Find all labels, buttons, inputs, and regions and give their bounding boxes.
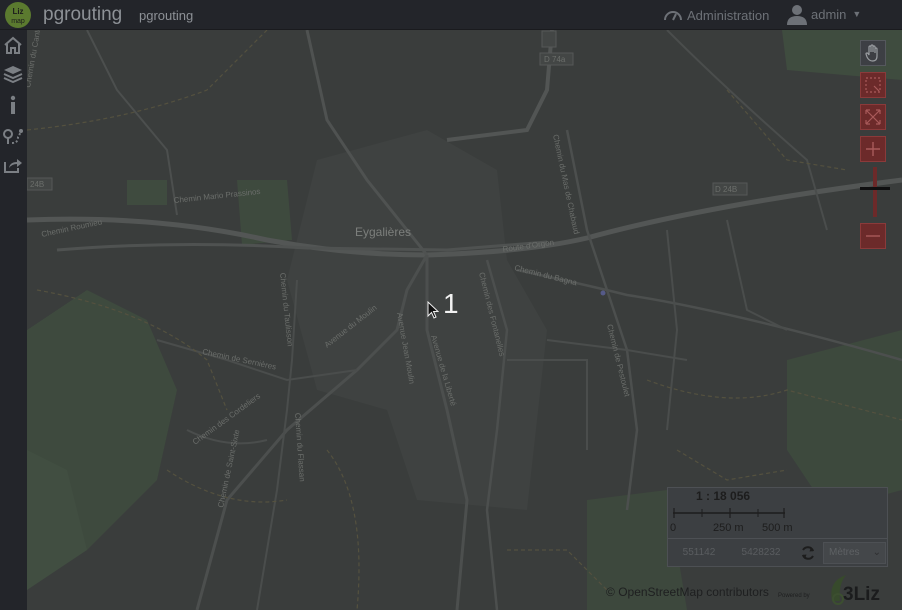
road-label: Chemin des Cordeliers <box>191 392 262 447</box>
chevron-down-icon: ▼ <box>852 9 862 19</box>
road-label: Chemin du Bagna <box>514 263 579 287</box>
home-icon <box>4 36 22 54</box>
road-label: Chemin du Flassan <box>293 413 307 482</box>
svg-text:map: map <box>11 18 25 25</box>
fullscreen-icon <box>865 109 881 125</box>
road-label: Chemin de Saint-Sixte <box>216 428 241 508</box>
routing-button[interactable] <box>2 126 24 148</box>
road-label: Chemin du Taulisson <box>278 272 295 347</box>
mouse-cursor-icon <box>427 300 440 324</box>
road-label: Chemin Mario Prassinos <box>173 187 261 205</box>
left-toolbar <box>0 30 27 610</box>
app-window: Liz map pgrouting pgrouting Administrati… <box>0 0 902 610</box>
svg-text:Liz: Liz <box>12 7 23 16</box>
3liz-logo-text: 3Liz <box>843 584 880 605</box>
road-label: D 24B <box>715 185 737 194</box>
road-label: Chemin du Mas de Chabaud <box>551 134 581 235</box>
zoom-in-button[interactable] <box>860 136 886 162</box>
hand-icon <box>865 44 878 62</box>
scale-tick-label: 500 m <box>762 522 793 534</box>
lizmap-logo[interactable]: Liz map <box>3 1 33 29</box>
road-label: Route d'Orgon <box>502 238 555 254</box>
administration-label: Administration <box>687 7 770 23</box>
road-label: 24B <box>30 180 44 189</box>
road-label: Avenue du Moulin <box>323 303 379 349</box>
zoom-box-button[interactable] <box>860 72 886 98</box>
scale-panel: 1 : 18 056 0 250 m 500 m 551142 5428232 <box>667 487 888 567</box>
plus-icon <box>866 142 880 156</box>
share-icon <box>4 159 22 173</box>
scale-ratio: 1 : 18 056 <box>696 489 751 503</box>
info-icon <box>10 95 16 114</box>
user-menu[interactable]: admin ▼ <box>786 3 861 25</box>
map-attribution: © OpenStreetMap contributors <box>606 585 769 599</box>
road-label: D 74a <box>544 55 566 64</box>
zoom-out-button[interactable] <box>860 223 886 249</box>
chevron-down-icon: ⌄ <box>872 547 881 558</box>
pan-button[interactable] <box>860 40 886 66</box>
coordinate-x: 551142 <box>682 547 716 558</box>
home-button[interactable] <box>2 34 24 56</box>
zoom-slider-handle <box>860 187 890 190</box>
user-name: admin <box>811 6 847 22</box>
project-title: pgrouting <box>139 8 194 23</box>
attribution-suffix: contributors <box>702 585 769 599</box>
information-button[interactable] <box>2 94 24 116</box>
scale-tick-label: 0 <box>670 522 677 534</box>
coordinates-row: 551142 5428232 Mètres ⌄ <box>668 538 887 567</box>
layers-icon <box>3 66 23 83</box>
refresh-icon[interactable] <box>800 545 816 561</box>
app-title[interactable]: pgrouting <box>43 4 122 26</box>
scale-tick-label: 250 m <box>713 522 744 534</box>
road-label: Chemin des Fontanelles <box>477 271 507 357</box>
top-header: Liz map pgrouting pgrouting Administrati… <box>0 0 902 30</box>
place-label: Eygalières <box>355 225 411 239</box>
road-label: Chemin Roumieu <box>41 217 103 239</box>
road-label: Avenue Jean Moulin <box>395 312 416 385</box>
zoom-box-icon <box>865 77 881 93</box>
user-icon <box>787 5 807 25</box>
unit-select-value: Mètres <box>829 547 860 558</box>
layers-button[interactable] <box>2 63 24 85</box>
coordinate-y: 5428232 <box>741 547 781 558</box>
zoom-full-extent-button[interactable] <box>860 104 886 130</box>
road-label: Chemin de Pestoulet <box>605 323 632 398</box>
dashboard-icon <box>664 11 682 21</box>
step-annotation: 1 <box>443 288 459 319</box>
osm-link[interactable]: OpenStreetMap <box>618 585 703 599</box>
minus-icon <box>866 235 880 237</box>
administration-link[interactable]: Administration <box>663 6 769 24</box>
road-label: Avenue de la Liberté <box>429 334 458 407</box>
zoom-slider[interactable] <box>860 167 890 217</box>
routing-icon <box>3 129 23 144</box>
scale-bar <box>673 508 785 518</box>
attribution-prefix: © <box>606 585 619 599</box>
share-button[interactable] <box>2 154 24 176</box>
powered-by-label: Powered by <box>778 593 810 599</box>
unit-select[interactable]: Mètres ⌄ <box>823 542 886 564</box>
3liz-logo[interactable]: 3Liz <box>826 571 880 607</box>
road-label: Chemin de Sernières <box>202 347 277 371</box>
road-label: Chemin du Canto <box>27 30 43 88</box>
